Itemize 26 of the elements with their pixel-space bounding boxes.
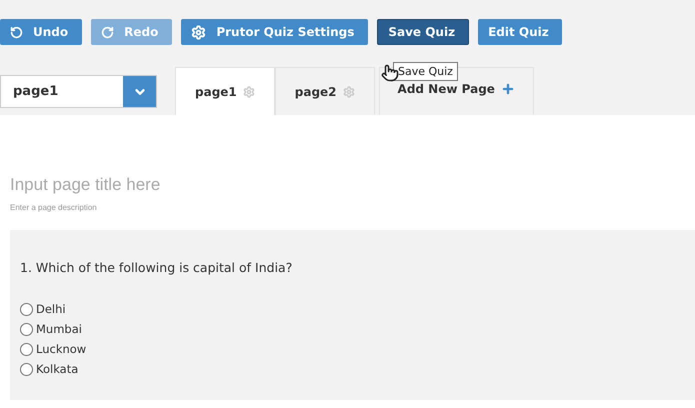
settings-button[interactable]: Prutor Quiz Settings [181,19,368,45]
tooltip: Save Quiz [393,62,458,81]
page-tab[interactable]: page2 [274,67,375,115]
question-text: 1. Which of the following is capital of India? [20,260,294,275]
undo-button[interactable]: Undo [0,19,82,45]
plus-icon [500,82,515,96]
redo-icon [101,26,114,38]
radio-button[interactable] [20,322,33,336]
radio-button[interactable] [20,362,33,376]
page-select[interactable]: page1 [0,75,157,108]
page-title-field[interactable]: Input page title here [10,175,410,195]
page-description-field[interactable]: Enter a page description [10,203,310,212]
radio-button[interactable] [20,302,33,316]
gear-icon [242,86,255,98]
answer-option[interactable]: Lucknow [20,339,695,359]
toolbar-button[interactable]: Edit Quiz [478,19,562,45]
undo-icon [10,26,23,38]
hand-cursor-icon [381,64,399,82]
toolbar-button[interactable]: Save Quiz [377,19,470,45]
answer-option[interactable]: Delhi [20,299,695,319]
gear-icon [342,86,355,98]
answer-option[interactable]: Kolkata [20,359,695,379]
settings-icon [191,24,206,40]
answer-option[interactable]: Mumbai [20,319,695,339]
page-tab[interactable]: page1 [175,67,275,115]
radio-button[interactable] [20,342,33,356]
